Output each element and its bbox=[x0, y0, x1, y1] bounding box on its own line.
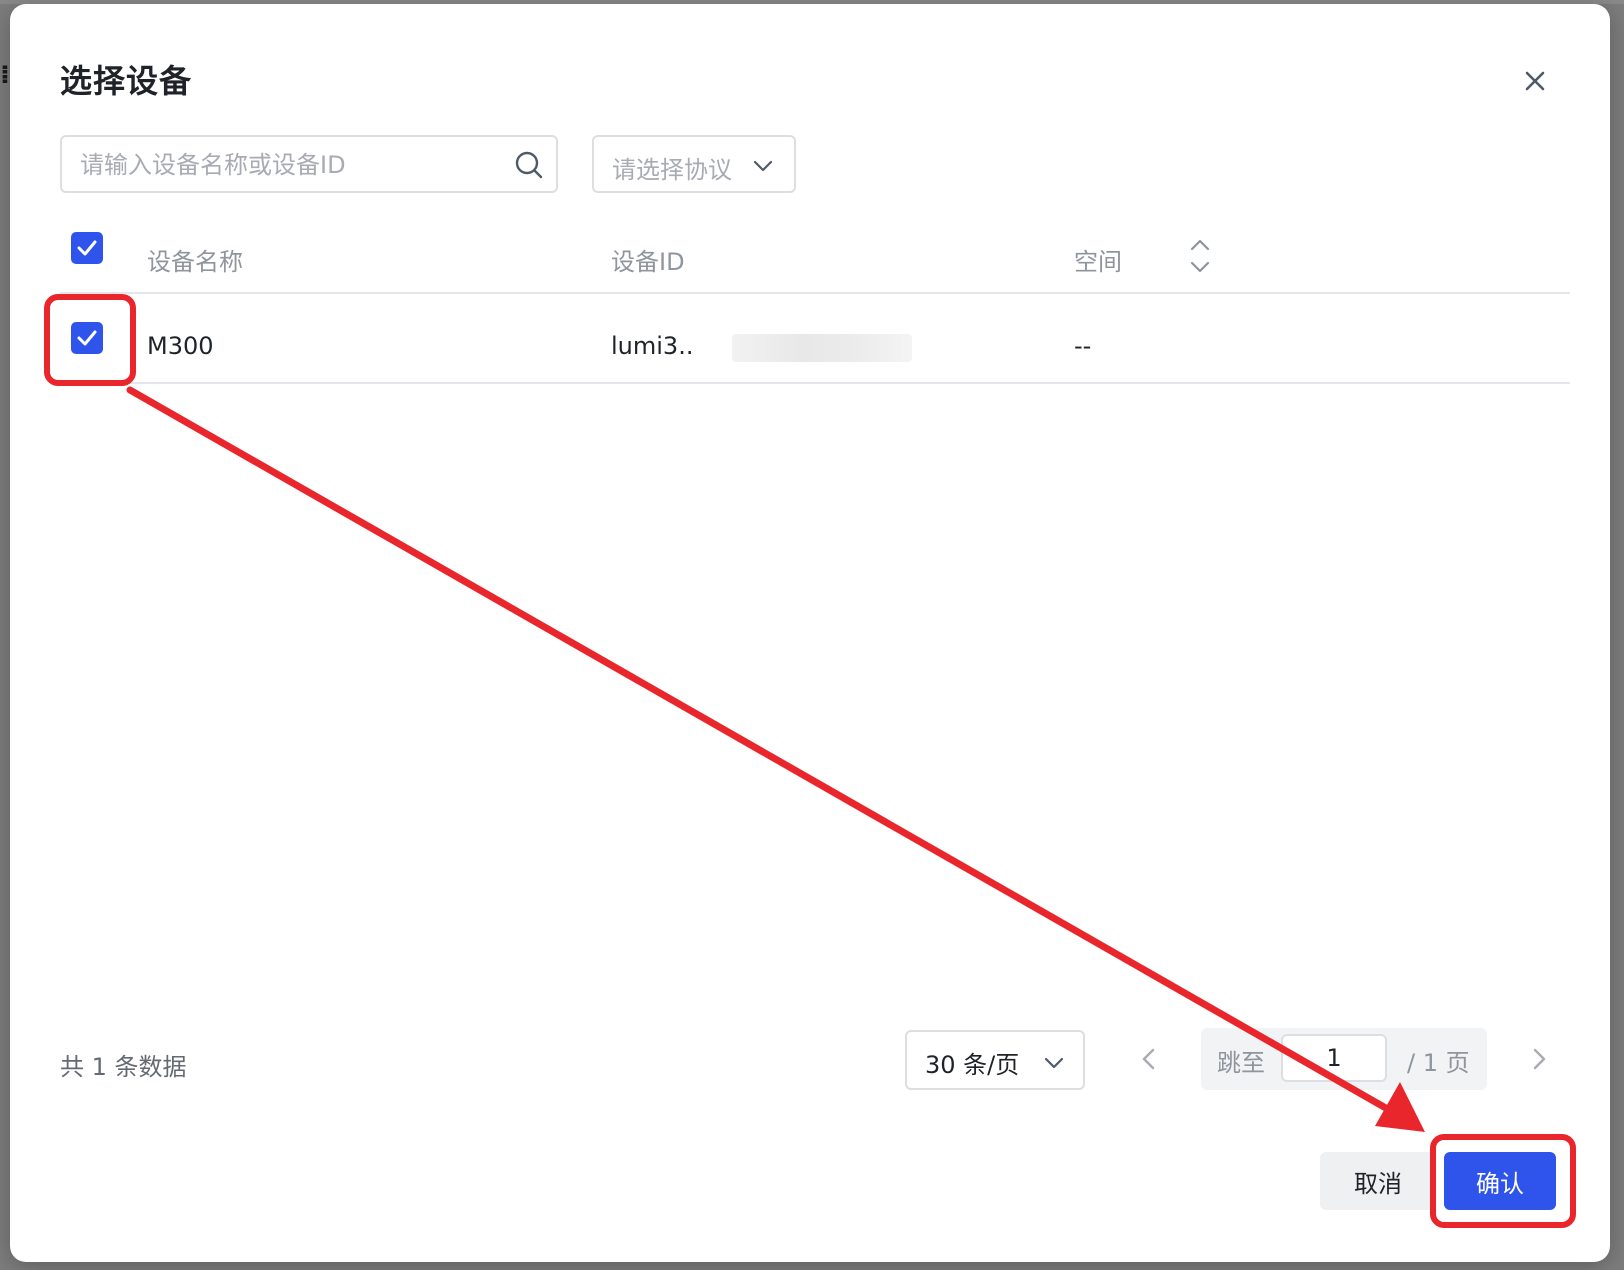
search-icon[interactable] bbox=[514, 150, 544, 180]
total-pages-label: / 1 页 bbox=[1407, 1049, 1470, 1077]
page-size-value: 30 条/页 bbox=[925, 1051, 1020, 1079]
confirm-button[interactable]: 确认 bbox=[1444, 1152, 1556, 1210]
select-device-dialog: 选择设备 请选择协议 设备名称 设备ID 空间 M300 bbox=[10, 4, 1610, 1262]
chevron-down-icon bbox=[753, 160, 773, 172]
protocol-select[interactable]: 请选择协议 bbox=[592, 135, 796, 193]
cell-device-id: lumi3.. bbox=[611, 332, 694, 360]
close-button[interactable] bbox=[1520, 66, 1550, 96]
select-all-checkbox[interactable] bbox=[71, 232, 103, 264]
page-jumper: 跳至 / 1 页 bbox=[1201, 1028, 1487, 1090]
checkmark-icon bbox=[77, 240, 97, 256]
jump-page-input[interactable] bbox=[1281, 1034, 1387, 1082]
close-icon bbox=[1525, 71, 1545, 91]
backdrop-text-fragment: ⁞ bbox=[0, 60, 10, 90]
cell-device-name: M300 bbox=[147, 332, 214, 360]
chevron-down-icon bbox=[1044, 1057, 1064, 1069]
search-box[interactable] bbox=[60, 135, 558, 193]
dialog-title: 选择设备 bbox=[60, 62, 193, 100]
jump-label: 跳至 bbox=[1217, 1049, 1265, 1077]
redacted-device-id-mask bbox=[732, 334, 912, 362]
table-header-divider bbox=[60, 292, 1570, 294]
column-header-space: 空间 bbox=[1074, 248, 1122, 276]
prev-page-icon[interactable] bbox=[1134, 1044, 1164, 1074]
page-size-select[interactable]: 30 条/页 bbox=[905, 1030, 1085, 1090]
sort-icon[interactable] bbox=[1188, 236, 1212, 276]
cancel-button[interactable]: 取消 bbox=[1320, 1152, 1436, 1210]
cell-space: -- bbox=[1074, 332, 1092, 360]
next-page-icon[interactable] bbox=[1524, 1044, 1554, 1074]
search-input[interactable] bbox=[78, 137, 502, 193]
column-header-device-name: 设备名称 bbox=[147, 248, 243, 276]
protocol-select-placeholder: 请选择协议 bbox=[612, 156, 732, 184]
column-header-device-id: 设备ID bbox=[611, 248, 685, 276]
total-count: 共 1 条数据 bbox=[60, 1053, 187, 1081]
row-checkbox-m300[interactable] bbox=[71, 322, 103, 354]
table-row-divider bbox=[60, 382, 1570, 384]
checkmark-icon bbox=[77, 330, 97, 346]
